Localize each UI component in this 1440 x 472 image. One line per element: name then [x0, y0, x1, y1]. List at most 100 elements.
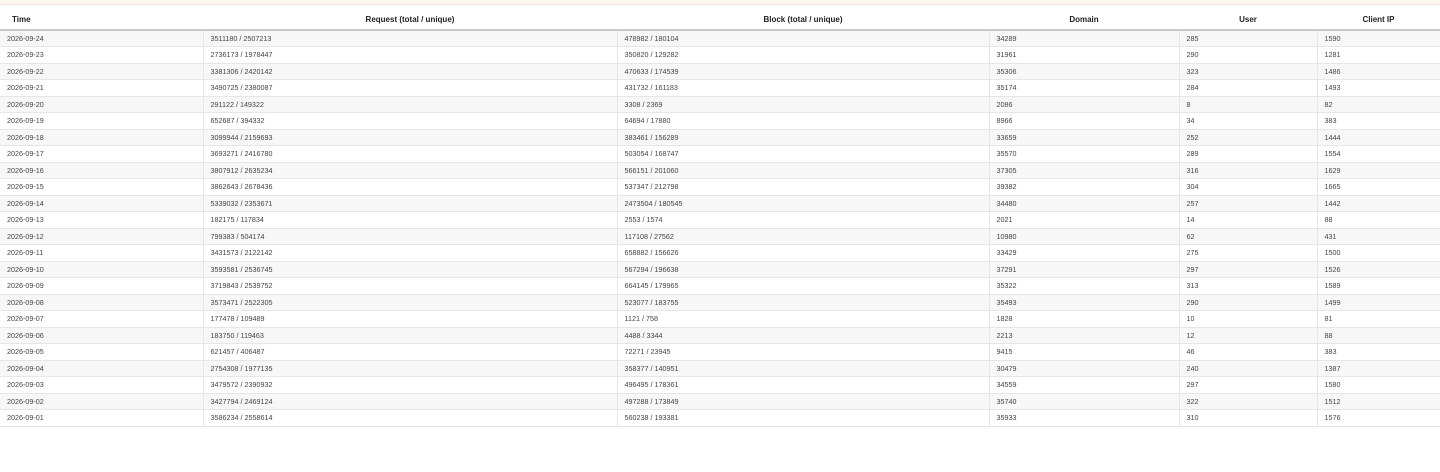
domain-cell: 35322	[988, 277, 1179, 295]
user-cell: 284	[1178, 79, 1317, 97]
request-cell: 182175 / 117834	[202, 211, 617, 229]
user-cell: 310	[1178, 409, 1317, 427]
user-cell: 316	[1178, 162, 1317, 179]
user-cell: 289	[1178, 145, 1317, 163]
user-cell: 290	[1178, 294, 1317, 311]
user-cell: 46	[1178, 343, 1317, 361]
table-row[interactable]: 2026-09-23 2736173 / 1978447 350820 / 1292…	[0, 46, 1440, 64]
table-row[interactable]: 2026-09-09 3719843 / 2539752 664145 / 1799…	[0, 277, 1440, 295]
request-cell: 3693271 / 2416780	[202, 145, 617, 163]
domain-cell: 30479	[988, 360, 1179, 377]
table-row[interactable]: 2026-09-16 3807912 / 2635234 566151 / 2010…	[0, 162, 1440, 179]
domain-cell: 2086	[988, 96, 1179, 113]
table-row[interactable]: 2026-09-10 3593581 / 2536745 567294 / 1966…	[0, 261, 1440, 278]
time-cell: 2026-09-10	[0, 261, 203, 278]
user-cell: 322	[1178, 393, 1317, 410]
domain-cell: 34559	[988, 376, 1179, 394]
client-ip-cell: 1486	[1316, 63, 1440, 80]
table-row[interactable]: 2026-09-19 652687 / 394332 64694 / 17880 89…	[0, 112, 1440, 130]
client-ip-cell: 1499	[1316, 294, 1440, 311]
block-cell: 560238 / 193381	[616, 409, 989, 427]
block-cell: 2553 / 1574	[616, 211, 989, 229]
request-cell: 177478 / 109489	[202, 310, 617, 328]
domain-cell: 37305	[988, 162, 1179, 179]
user-cell: 34	[1178, 112, 1317, 130]
block-cell: 3308 / 2369	[616, 96, 989, 113]
column-header-client-ip[interactable]: Client IP	[1317, 9, 1440, 31]
request-cell: 2754308 / 1977135	[202, 360, 617, 377]
time-cell: 2026-09-03	[0, 376, 203, 394]
domain-cell: 35933	[988, 409, 1179, 427]
domain-cell: 9415	[988, 343, 1179, 361]
request-cell: 3427794 / 2469124	[202, 393, 617, 410]
column-header-block[interactable]: Block (total / unique)	[617, 9, 989, 31]
table-row[interactable]: 2026-09-15 3862643 / 2678436 537347 / 2127…	[0, 178, 1440, 196]
request-cell: 3479572 / 2390932	[202, 376, 617, 394]
table-row[interactable]: 2026-09-11 3431573 / 2122142 658882 / 1566…	[0, 244, 1440, 262]
request-cell: 183750 / 119463	[202, 327, 617, 344]
client-ip-cell: 1387	[1316, 360, 1440, 377]
table-row[interactable]: 2026-09-12 799383 / 504174 117108 / 27562 1…	[0, 228, 1440, 245]
client-ip-cell: 1665	[1316, 178, 1440, 196]
table-row[interactable]: 2026-09-14 5339032 / 2353671 2473504 / 180…	[0, 195, 1440, 212]
user-cell: 257	[1178, 195, 1317, 212]
request-cell: 3573471 / 2522305	[202, 294, 617, 311]
client-ip-cell: 1493	[1316, 79, 1440, 97]
client-ip-cell: 88	[1316, 327, 1440, 344]
table-row[interactable]: 2026-09-05 621457 / 406487 72271 / 23945 94…	[0, 343, 1440, 361]
column-header-time[interactable]: Time	[0, 9, 203, 31]
table-row[interactable]: 2026-09-04 2754308 / 1977135 358377 / 1409…	[0, 360, 1440, 377]
table-row[interactable]: 2026-09-22 3381306 / 2420142 470633 / 1745…	[0, 63, 1440, 80]
time-cell: 2026-09-05	[0, 343, 203, 361]
table-row[interactable]: 2026-09-03 3479572 / 2390932 496495 / 1783…	[0, 376, 1440, 394]
domain-cell: 35174	[988, 79, 1179, 97]
domain-cell: 34289	[988, 30, 1179, 47]
user-cell: 62	[1178, 228, 1317, 245]
domain-cell: 35740	[988, 393, 1179, 410]
request-cell: 652687 / 394332	[202, 112, 617, 130]
client-ip-cell: 88	[1316, 211, 1440, 229]
block-cell: 567294 / 196638	[616, 261, 989, 278]
domain-cell: 10980	[988, 228, 1179, 245]
block-cell: 566151 / 201060	[616, 162, 989, 179]
column-header-user[interactable]: User	[1179, 9, 1317, 31]
block-cell: 503054 / 168747	[616, 145, 989, 163]
block-cell: 117108 / 27562	[616, 228, 989, 245]
table-row[interactable]: 2026-09-07 177478 / 109489 1121 / 758 1828 1…	[0, 310, 1440, 328]
time-cell: 2026-09-12	[0, 228, 203, 245]
client-ip-cell: 1580	[1316, 376, 1440, 394]
table-row[interactable]: 2026-09-08 3573471 / 2522305 523077 / 1837…	[0, 294, 1440, 311]
request-cell: 3381306 / 2420142	[202, 63, 617, 80]
table-row[interactable]: 2026-09-06 183750 / 119463 4488 / 3344 2213…	[0, 327, 1440, 344]
table-row[interactable]: 2026-09-18 3099944 / 2159693 383461 / 1562…	[0, 129, 1440, 146]
block-cell: 431732 / 161183	[616, 79, 989, 97]
request-cell: 3862643 / 2678436	[202, 178, 617, 196]
column-header-domain[interactable]: Domain	[989, 9, 1179, 31]
table-row[interactable]: 2026-09-17 3693271 / 2416780 503054 / 1687…	[0, 145, 1440, 163]
table-row[interactable]: 2026-09-02 3427794 / 2469124 497288 / 1738…	[0, 393, 1440, 410]
table-row[interactable]: 2026-09-21 3490725 / 2380087 431732 / 1611…	[0, 79, 1440, 97]
domain-cell: 33429	[988, 244, 1179, 262]
user-cell: 10	[1178, 310, 1317, 328]
client-ip-cell: 1554	[1316, 145, 1440, 163]
block-cell: 478982 / 180104	[616, 30, 989, 47]
daily-stats-table: Time Request (total / unique) Block (tot…	[0, 9, 1440, 427]
time-cell: 2026-09-15	[0, 178, 203, 196]
block-cell: 350820 / 129282	[616, 46, 989, 64]
table-row[interactable]: 2026-09-01 3586234 / 2558614 560238 / 1933…	[0, 409, 1440, 427]
table-row[interactable]: 2026-09-24 3511180 / 2507213 478982 / 1801…	[0, 30, 1440, 47]
domain-cell: 8966	[988, 112, 1179, 130]
client-ip-cell: 1590	[1316, 30, 1440, 47]
client-ip-cell: 1281	[1316, 46, 1440, 64]
client-ip-cell: 1629	[1316, 162, 1440, 179]
time-cell: 2026-09-16	[0, 162, 203, 179]
table-row[interactable]: 2026-09-13 182175 / 117834 2553 / 1574 2021…	[0, 211, 1440, 229]
time-cell: 2026-09-02	[0, 393, 203, 410]
user-cell: 275	[1178, 244, 1317, 262]
column-header-request[interactable]: Request (total / unique)	[203, 9, 617, 31]
table-header: Time Request (total / unique) Block (tot…	[0, 9, 1440, 31]
user-cell: 323	[1178, 63, 1317, 80]
table-row[interactable]: 2026-09-20 291122 / 149322 3308 / 2369 2086…	[0, 96, 1440, 113]
block-cell: 1121 / 758	[616, 310, 989, 328]
block-cell: 523077 / 183755	[616, 294, 989, 311]
